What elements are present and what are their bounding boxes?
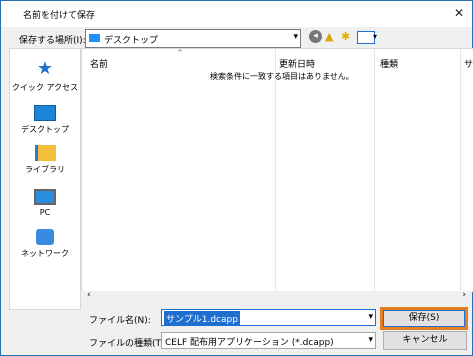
column-divider[interactable] xyxy=(275,49,276,291)
sidebar-item-network[interactable]: ネットワーク xyxy=(10,229,80,259)
filetype-select[interactable]: CELF 配布用アプリケーション (*.dcapp) ▾ xyxy=(161,332,376,349)
folder-icon xyxy=(89,34,100,42)
desktop-icon xyxy=(34,105,56,121)
column-header-type[interactable]: 種類 xyxy=(380,57,398,70)
sidebar-item-quick-access[interactable]: ★ クイック アクセス xyxy=(10,59,80,93)
sidebar-item-label: PC xyxy=(39,208,51,217)
save-as-dialog: 名前を付けて保存 ✕ 保存する場所(I): デスクトップ ▾ ◂ ▲ ✱ ▾ ★… xyxy=(0,0,473,356)
chevron-down-icon[interactable]: ▾ xyxy=(293,32,298,42)
filename-value[interactable]: サンプル1.dcapp xyxy=(164,311,240,326)
network-icon xyxy=(36,229,54,245)
save-button-label: 保存(S) xyxy=(383,310,465,327)
location-combobox[interactable]: デスクトップ ▾ xyxy=(85,29,301,48)
title-bar: 名前を付けて保存 ✕ xyxy=(1,1,472,27)
new-folder-icon[interactable]: ✱ xyxy=(341,30,350,43)
chevron-down-icon[interactable]: ▾ xyxy=(368,335,373,345)
horizontal-scrollbar[interactable]: ‹ › xyxy=(81,290,472,302)
filename-field[interactable]: サンプル1.dcapp ▾ xyxy=(161,309,376,326)
empty-message: 検索条件に一致する項目はありません。 xyxy=(210,72,354,81)
location-value: デスクトップ xyxy=(104,36,159,46)
back-icon[interactable]: ◂ xyxy=(309,30,322,43)
places-sidebar: ★ クイック アクセス デスクトップ ライブラリ PC ネットワーク xyxy=(9,48,81,310)
computer-icon xyxy=(34,189,56,205)
close-icon[interactable]: ✕ xyxy=(454,6,464,20)
column-divider[interactable] xyxy=(374,49,375,291)
sort-ascending-icon: ^ xyxy=(177,49,183,57)
filetype-value: CELF 配布用アプリケーション (*.dcapp) xyxy=(165,338,334,348)
location-label: 保存する場所(I): xyxy=(19,36,86,46)
up-folder-icon[interactable]: ▲ xyxy=(325,30,333,43)
column-header-modified[interactable]: 更新日時 xyxy=(279,57,315,70)
scroll-right-icon[interactable]: › xyxy=(462,290,466,300)
sidebar-item-label: クイック アクセス xyxy=(11,83,79,92)
chevron-down-icon[interactable]: ▾ xyxy=(368,312,373,322)
view-dropdown-icon[interactable]: ▾ xyxy=(373,32,377,41)
column-divider[interactable] xyxy=(460,49,461,291)
filetype-label: ファイルの種類(T): xyxy=(89,339,168,349)
sidebar-item-libraries[interactable]: ライブラリ xyxy=(10,145,80,175)
library-icon xyxy=(34,145,56,161)
column-header-name[interactable]: 名前 xyxy=(90,57,108,70)
sidebar-item-label: ライブラリ xyxy=(25,165,65,174)
sidebar-item-label: デスクトップ xyxy=(21,125,69,134)
sidebar-item-desktop[interactable]: デスクトップ xyxy=(10,105,80,135)
dialog-title: 名前を付けて保存 xyxy=(23,11,96,21)
filename-label: ファイル名(N): xyxy=(89,316,151,326)
file-list[interactable]: ^ 名前 更新日時 種類 サ 検索条件に一致する項目はありません。 xyxy=(81,48,473,292)
sidebar-item-pc[interactable]: PC xyxy=(10,189,80,217)
scroll-left-icon[interactable]: ‹ xyxy=(87,290,91,300)
cancel-button[interactable]: キャンセル xyxy=(383,331,467,350)
star-icon: ★ xyxy=(36,58,54,79)
column-header-size[interactable]: サ xyxy=(464,57,473,70)
sidebar-item-label: ネットワーク xyxy=(21,249,69,258)
save-button[interactable]: 保存(S) xyxy=(380,307,468,330)
